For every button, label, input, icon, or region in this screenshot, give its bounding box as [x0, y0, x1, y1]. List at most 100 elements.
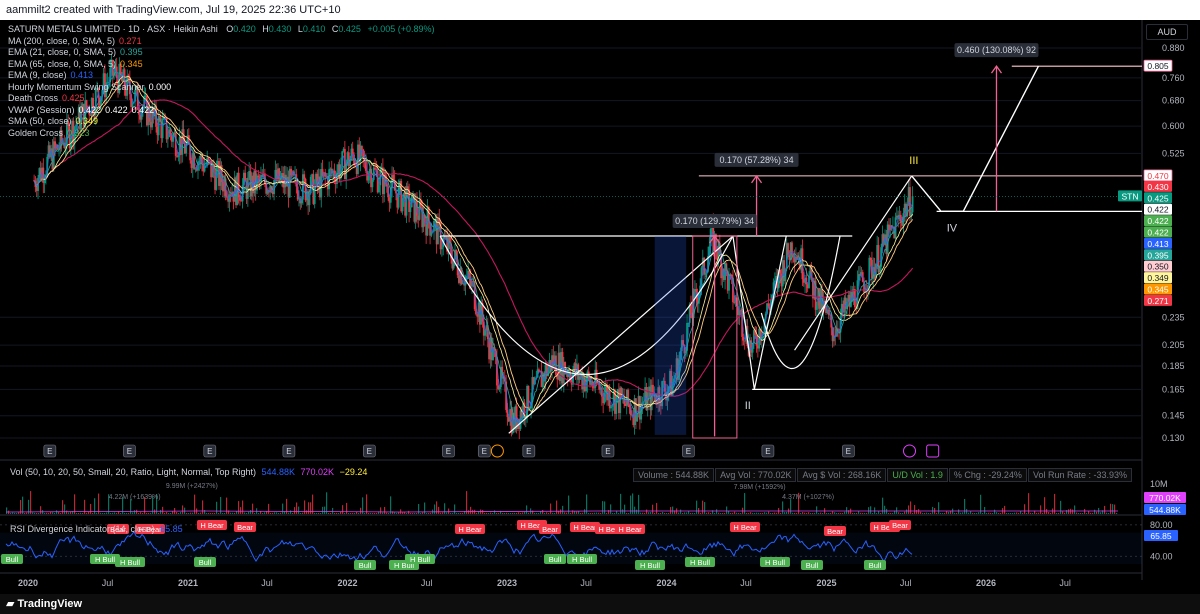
volume-legend[interactable]: Vol (50, 10, 20, 50, Small, 20, Ratio, L… — [10, 467, 367, 477]
indicator-label: EMA (9, close) — [8, 70, 67, 80]
open-value: 0.420 — [233, 24, 256, 34]
rsi-flag-text: Bull — [869, 561, 882, 570]
volume-bar — [24, 512, 26, 514]
tradingview-logo[interactable]: ▰ TradingView — [6, 594, 82, 614]
volume-bar — [940, 512, 942, 514]
earnings-icon-glyph: E — [482, 447, 487, 456]
volume-bar — [1080, 512, 1082, 514]
volume-bar — [1012, 513, 1014, 514]
volume-bar — [410, 513, 412, 514]
indicator-legend-row[interactable]: VWAP (Session) 0.422 0.422 0.422 — [8, 105, 435, 117]
volume-bar — [880, 512, 882, 514]
price-value-text: 0.422 — [1147, 228, 1169, 238]
rsi-legend[interactable]: RSI Divergence Indicator (14, close) 65.… — [10, 524, 183, 534]
volume-bar — [962, 512, 964, 514]
volume-bar — [290, 510, 292, 514]
volume-legend-label: Vol (50, 10, 20, 50, Small, 20, Ratio, L… — [10, 467, 256, 477]
volume-bar — [1112, 504, 1114, 514]
volume-bar — [554, 513, 556, 514]
earnings-icon-glyph: E — [446, 447, 451, 456]
volume-bar — [126, 513, 128, 514]
volume-bar — [352, 512, 354, 514]
indicator-value: 0.345 — [120, 58, 143, 69]
volume-bar — [246, 512, 248, 514]
volume-bar — [374, 512, 376, 514]
price-value-label: 0.349 — [1144, 272, 1172, 283]
indicator-legend-row[interactable]: MA (200, close, 0, SMA, 5) 0.271 — [8, 36, 435, 48]
volume-bar — [594, 512, 596, 514]
price-value-text: 0.430 — [1147, 182, 1169, 192]
volume-bar — [1076, 512, 1078, 514]
indicator-legend-row[interactable]: EMA (21, close, 0, SMA, 5) 0.395 — [8, 47, 435, 59]
volume-bar — [924, 513, 926, 514]
earnings-icon-glyph: E — [47, 447, 52, 456]
indicator-legend-row[interactable]: EMA (9, close) 0.413 — [8, 70, 435, 82]
volume-bar — [180, 512, 182, 514]
volume-bar — [752, 512, 754, 514]
volume-bar — [178, 512, 180, 514]
volume-value-text: 770.02K — [1149, 493, 1181, 503]
close-value: 0.425 — [338, 24, 361, 34]
volume-bar — [200, 512, 202, 514]
volume-bar — [618, 513, 620, 514]
volume-bar — [338, 513, 340, 514]
volume-bar — [446, 512, 448, 514]
rsi-divergence-flag: Bull — [354, 560, 376, 570]
volume-legend-v2: 770.02K — [300, 467, 335, 477]
volume-legend-v1: 544.88K — [261, 467, 296, 477]
volume-bar — [1046, 509, 1048, 514]
price-value-text: 0.349 — [1147, 273, 1169, 283]
volume-bar — [208, 512, 210, 514]
volume-bar — [918, 509, 920, 514]
volume-bar — [270, 512, 272, 514]
volume-bar — [776, 512, 778, 514]
volume-bar — [1064, 512, 1066, 514]
volume-bar — [170, 513, 172, 514]
volume-bar — [36, 513, 38, 514]
measure-label-1: 0.170 (129.79%) 34 — [672, 214, 757, 229]
indicator-legend-row[interactable]: EMA (65, close, 0, SMA, 5) 0.345 — [8, 59, 435, 71]
candle — [636, 412, 639, 422]
indicator-label: SMA (50, close) — [8, 116, 72, 126]
volume-bar — [336, 512, 338, 514]
volume-value-text: 544.88K — [1149, 505, 1181, 515]
price-tick: 0.235 — [1162, 312, 1185, 322]
volume-bar — [458, 512, 460, 514]
volume-bar — [304, 500, 306, 514]
volume-bar — [1038, 512, 1040, 514]
volume-bar — [974, 512, 976, 514]
volume-bar — [720, 512, 722, 514]
volume-bar — [640, 512, 642, 514]
volume-bar — [714, 512, 716, 514]
volume-bar — [264, 512, 266, 514]
volume-bar — [216, 501, 218, 514]
volume-bar — [368, 512, 370, 514]
indicator-legend-row[interactable]: SMA (50, close) 0.349 — [8, 116, 435, 128]
volume-bar — [948, 511, 950, 514]
volume-value-label: 544.88K — [1144, 504, 1186, 515]
currency-button[interactable]: AUD — [1146, 24, 1188, 40]
price-value-label: 0.470 — [1143, 169, 1173, 182]
volume-bar — [582, 512, 584, 514]
volume-bar — [836, 512, 838, 514]
rsi-flag-text: Bull — [359, 561, 372, 570]
volume-bar — [430, 512, 432, 514]
volume-bar — [746, 512, 748, 514]
indicator-legend-row[interactable]: Golden Cross 0.223 — [8, 128, 435, 140]
volume-bar — [38, 512, 40, 514]
volume-bar — [358, 512, 360, 514]
volume-bar — [434, 504, 436, 514]
volume-stats-table: Volume : 544.88K Avg Vol : 770.02K Avg $ V… — [633, 468, 1133, 482]
volume-bar — [1068, 509, 1070, 514]
indicator-legend-row[interactable]: Death Cross 0.425 — [8, 93, 435, 105]
volume-bar — [772, 512, 774, 514]
symbol-row[interactable]: SATURN METALS LIMITED · 1D · ASX · Heiki… — [8, 24, 435, 36]
indicator-legend-row[interactable]: Hourly Momentum Swing Scanner 0.000 — [8, 82, 435, 94]
volume-bar — [476, 513, 478, 514]
volume-bar — [470, 506, 472, 514]
volume-bar — [926, 512, 928, 514]
rsi-flag-text: H Bull — [690, 558, 710, 567]
rsi-flag-text: H Bear — [573, 523, 597, 532]
volume-spike-label: 9.99M (+2427%) — [166, 483, 218, 490]
volume-bar — [450, 512, 452, 514]
